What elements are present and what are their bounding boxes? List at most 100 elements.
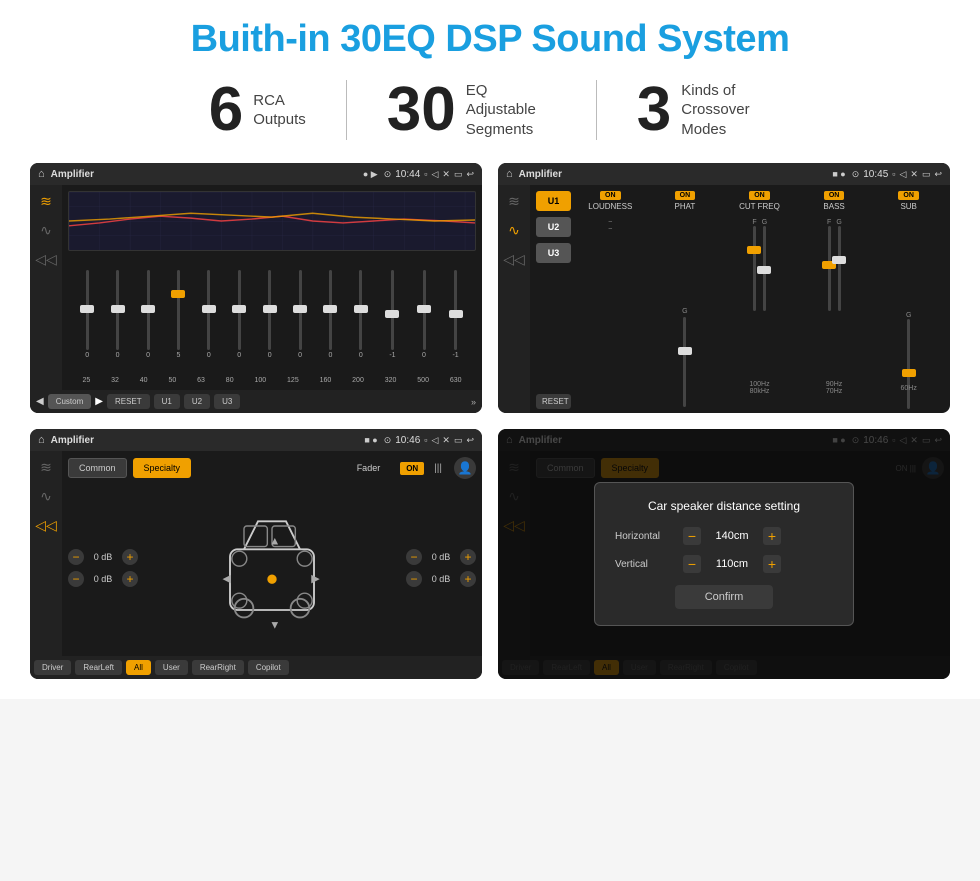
volume-icon-3: ◁ [431,435,438,446]
play-btn[interactable]: ▶ [95,396,103,407]
slider-col-10: 0 [359,259,363,369]
bass-on: ON [824,191,845,200]
eq-dot1: ● ▶ [363,169,378,180]
vol-minus-bl[interactable]: − [68,571,84,587]
slider-val-9: 0 [329,352,333,359]
fader-status-icons: ⊙ 10:46 ▫ ◁ ✕ ▭ ↩ [384,435,474,446]
slider-val-3: 0 [146,352,150,359]
vol-minus-tl[interactable]: − [68,549,84,565]
vol-minus-br[interactable]: − [406,571,422,587]
eq-main: 0 0 0 5 [62,185,482,390]
user-btn[interactable]: User [155,660,188,675]
waveform-icon-3[interactable]: ∿ [40,488,52,505]
phat-slider: G [650,213,721,409]
vertical-row: Vertical − 110cm + [615,555,833,573]
slider-col-1: 0 [85,259,89,369]
slider-col-12: 0 [422,259,426,369]
stat-rca: 6 RCAOutputs [169,79,346,141]
fader-vol-left: − 0 dB + − 0 dB + [68,549,138,587]
u2-preset[interactable]: U2 [536,217,571,237]
prev-btn[interactable]: ◀ [36,396,44,407]
driver-btn[interactable]: Driver [34,660,71,675]
page-title: Buith-in 30EQ DSP Sound System [30,18,950,61]
slider-val-6: 0 [237,352,241,359]
vol-plus-bl[interactable]: + [122,571,138,587]
reset-btn-crossover[interactable]: RESET [536,394,571,409]
forward-arrows: » [471,397,476,407]
horizontal-minus[interactable]: − [683,527,701,545]
vol-plus-tl[interactable]: + [122,549,138,565]
car-svg: ▲ ▼ ◀ ▶ [207,498,337,638]
crossover-indicators: ■ ● [832,169,845,179]
stat-rca-number: 6 [209,79,243,141]
vol-row-bl: − 0 dB + [68,571,138,587]
u1-preset[interactable]: U1 [536,191,571,211]
bass-name: BASS [823,202,844,211]
fader-content: ≋ ∿ ◁◁ Common Specialty Fader ON ||| 👤 [30,451,482,656]
speaker-icon-3[interactable]: ◁◁ [35,517,57,534]
crossover-time: 10:45 [863,169,888,180]
vertical-label: Vertical [615,559,675,570]
vol-plus-br[interactable]: + [460,571,476,587]
confirm-button[interactable]: Confirm [675,585,774,609]
sliders-container: 0 0 0 5 [68,255,476,373]
window-icon-2: ▭ [922,169,931,180]
vol-minus-tr[interactable]: − [406,549,422,565]
slider-col-6: 0 [237,259,241,369]
slider-val-10: 0 [359,352,363,359]
slider-col-7: 0 [268,259,272,369]
fader-bottom-bar: Driver RearLeft All User RearRight Copil… [30,656,482,679]
eq-app-name: Amplifier [51,169,357,180]
camera-icon-2: ▫ [892,169,895,179]
phat-name: PHAT [675,202,696,211]
phat-on: ON [675,191,696,200]
stats-row: 6 RCAOutputs 30 EQ AdjustableSegments 3 … [30,79,950,141]
sub-name: SUB [900,202,916,211]
u2-btn-eq[interactable]: U2 [184,394,210,409]
fader-time: 10:46 [395,435,420,446]
eq-icon-2[interactable]: ≋ [508,193,520,210]
home-icon-2[interactable]: ⌂ [506,168,513,180]
location-icon: ⊙ [384,169,392,180]
horizontal-plus[interactable]: + [763,527,781,545]
fader-label: Fader [357,463,381,473]
sub-col: ON SUB G 60Hz [873,191,944,409]
fader-main: Common Specialty Fader ON ||| 👤 − [62,451,482,656]
vol-val-bl: 0 dB [88,574,118,584]
waveform-icon[interactable]: ∿ [40,222,52,239]
common-mode-btn[interactable]: Common [68,458,127,478]
custom-btn[interactable]: Custom [48,394,92,409]
crossover-status-bar: ⌂ Amplifier ■ ● ⊙ 10:45 ▫ ◁ ✕ ▭ ↩ [498,163,950,185]
slider-col-2: 0 [116,259,120,369]
crossover-status-icons: ⊙ 10:45 ▫ ◁ ✕ ▭ ↩ [852,169,942,180]
user-icon[interactable]: 👤 [454,457,476,479]
speaker-icon-eq[interactable]: ◁◁ [35,251,57,268]
all-btn[interactable]: All [126,660,151,675]
specialty-mode-btn[interactable]: Specialty [133,458,192,478]
u3-preset[interactable]: U3 [536,243,571,263]
eq-sidebar: ≋ ∿ ◁◁ [30,185,62,390]
u3-btn-eq[interactable]: U3 [214,394,240,409]
reset-btn-eq[interactable]: RESET [107,394,150,409]
copilot-btn[interactable]: Copilot [248,660,289,675]
rearright-btn[interactable]: RearRight [192,660,244,675]
vertical-minus[interactable]: − [683,555,701,573]
eq-icon-active[interactable]: ≋ [40,193,52,210]
slider-col-4: 5 [176,259,180,369]
close-icon-2: ✕ [910,169,918,180]
waveform-icon-2[interactable]: ∿ [508,222,520,239]
rearleft-btn[interactable]: RearLeft [75,660,122,675]
crossover-screen: ⌂ Amplifier ■ ● ⊙ 10:45 ▫ ◁ ✕ ▭ ↩ ≋ ∿ ◁◁ [498,163,950,413]
home-icon-3[interactable]: ⌂ [38,434,45,446]
home-icon[interactable]: ⌂ [38,168,45,180]
eq-icon-3[interactable]: ≋ [40,459,52,476]
bass-col: ON BASS F G [799,191,870,409]
eq-screen: ⌂ Amplifier ● ▶ ⊙ 10:44 ▫ ◁ ✕ ▭ ↩ ≋ ∿ ◁◁ [30,163,482,413]
cutfreq-name: CUT FREQ [739,202,780,211]
slider-val-2: 0 [116,352,120,359]
u1-btn-eq[interactable]: U1 [154,394,180,409]
vertical-plus[interactable]: + [763,555,781,573]
vol-plus-tr[interactable]: + [460,549,476,565]
dialog-title: Car speaker distance setting [615,499,833,513]
speaker-icon-2[interactable]: ◁◁ [503,251,525,268]
